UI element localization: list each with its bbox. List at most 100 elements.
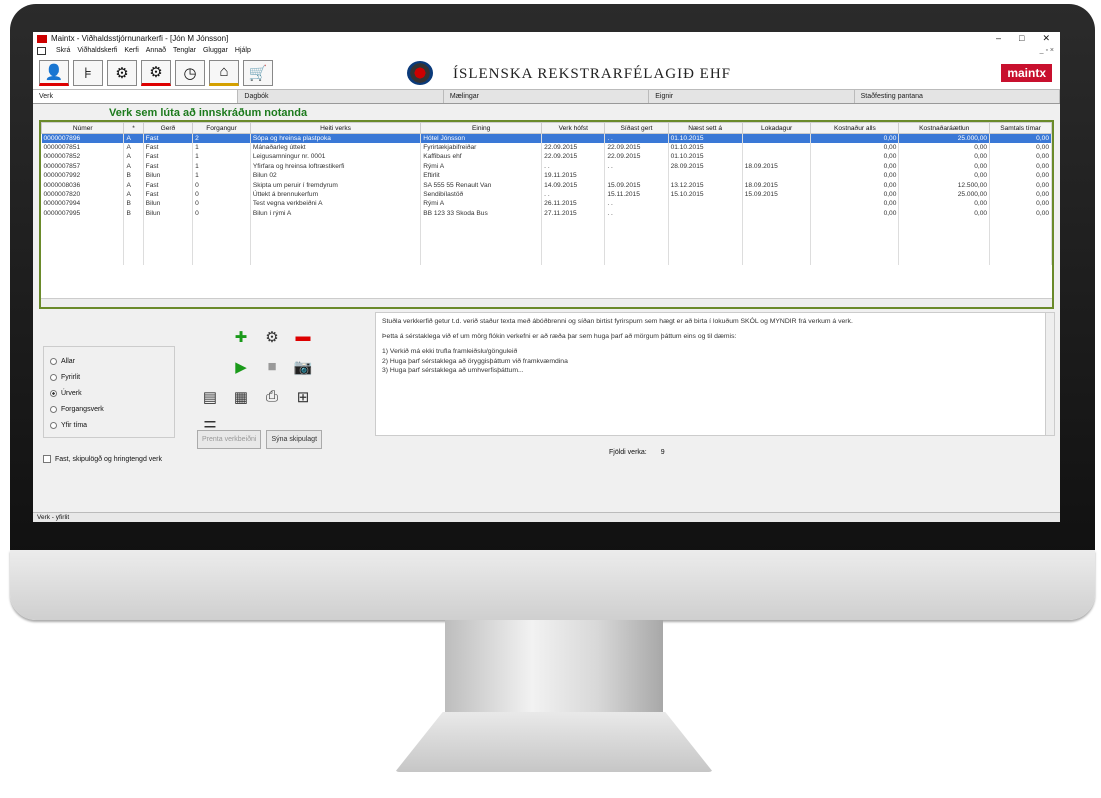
table-cell: 0,00 bbox=[810, 189, 900, 200]
close-button[interactable]: ✕ bbox=[1042, 33, 1050, 44]
task-count-value: 9 bbox=[660, 449, 665, 456]
empty-cell bbox=[420, 227, 543, 237]
add-icon[interactable]: ✚ bbox=[228, 324, 254, 349]
table-cell: Fast bbox=[143, 180, 194, 190]
table-cell: 0,00 bbox=[989, 133, 1052, 143]
maximize-button[interactable]: □ bbox=[1019, 33, 1024, 44]
warehouse-button[interactable]: ⌂ bbox=[209, 59, 239, 86]
vertical-scrollbar[interactable] bbox=[1045, 313, 1054, 435]
repair-button[interactable]: ⚙ bbox=[141, 59, 171, 86]
mdi-icon bbox=[37, 46, 46, 55]
horizontal-scrollbar[interactable] bbox=[41, 298, 1052, 307]
menu-system[interactable]: Kerfi bbox=[124, 47, 138, 54]
table-row[interactable]: 0000007994 B Bilun 0 Test vegna verkbeiðni A… bbox=[41, 199, 1052, 209]
monitor-stand-base bbox=[395, 712, 713, 772]
table-row[interactable]: 0000007896 A Fast 2 Sópa og hreinsa plastpok… bbox=[41, 133, 1052, 143]
document-icon[interactable]: ▤ bbox=[197, 384, 223, 409]
table-row[interactable]: 0000008036 A Fast 0 Skipta um peruir í fremd… bbox=[41, 180, 1052, 190]
filter-forgangsverk[interactable]: Forgangsverk bbox=[50, 401, 168, 417]
column-header[interactable]: Gerð bbox=[142, 122, 194, 134]
add-window-icon[interactable]: ⊞ bbox=[290, 384, 316, 409]
empty-cell bbox=[250, 246, 422, 256]
empty-cell bbox=[541, 246, 606, 256]
window-controls: – □ ✕ bbox=[996, 33, 1060, 44]
description-paragraph: Þetta á sérstaklega við ef um mörg flóki… bbox=[382, 333, 737, 341]
planned-checkbox[interactable] bbox=[43, 455, 51, 463]
table-row[interactable]: 0000007857 A Fast 1 Yfirfara og hreinsa loft… bbox=[41, 161, 1052, 172]
users-button[interactable]: 👤 bbox=[39, 59, 69, 86]
tree-button[interactable]: ⊧ bbox=[73, 59, 103, 86]
table-cell: 0 bbox=[192, 199, 251, 209]
empty-cell bbox=[123, 218, 144, 228]
table-row[interactable]: 0000007820 A Fast 0 Úttekt á brennukerfum Sen… bbox=[41, 189, 1052, 200]
menu-links[interactable]: Tenglar bbox=[173, 47, 196, 54]
table-icon[interactable]: ▦ bbox=[228, 384, 254, 409]
tab-verk[interactable]: Verk bbox=[33, 90, 239, 103]
filter-urverk[interactable]: Úrverk bbox=[50, 385, 168, 401]
table-cell: 27.11.2015 bbox=[541, 208, 606, 219]
column-header[interactable]: Næst sett á bbox=[667, 122, 743, 134]
table-cell: 0,00 bbox=[810, 199, 900, 209]
printer-icon[interactable]: ⎙ bbox=[259, 384, 285, 409]
tools-button[interactable]: ⚙ bbox=[107, 59, 137, 86]
menu-maintenance[interactable]: Viðhaldskerfi bbox=[77, 47, 117, 54]
column-header[interactable]: Samtals tímar bbox=[989, 122, 1052, 134]
table-cell bbox=[742, 171, 812, 181]
empty-cell bbox=[742, 255, 812, 265]
description-list-item: 2) Huga þarf sérstaklega að öryggisþáttu… bbox=[382, 357, 568, 365]
play-icon[interactable]: ▶ bbox=[228, 354, 254, 379]
filter-fyrirlit[interactable]: Fyrirlit bbox=[50, 369, 168, 385]
tab-dagbok[interactable]: Dagbók bbox=[238, 90, 444, 103]
menu-file[interactable]: Skrá bbox=[56, 47, 70, 54]
menu-other[interactable]: Annað bbox=[146, 47, 166, 54]
column-header[interactable]: * bbox=[123, 122, 144, 134]
table-cell: Eftirlit bbox=[420, 171, 543, 181]
settings-icon[interactable]: ⚙ bbox=[259, 324, 285, 349]
camera-icon[interactable]: 📷 bbox=[290, 354, 316, 379]
planned-checkbox-row[interactable]: Fast, skipulögð og hringtengd verk bbox=[43, 455, 162, 463]
empty-cell bbox=[123, 255, 144, 265]
column-header[interactable]: Síðast gert bbox=[604, 122, 669, 134]
column-header[interactable]: Kostnaður alls bbox=[810, 122, 900, 134]
filter-yfir-tima[interactable]: Yfir tíma bbox=[50, 417, 168, 433]
tab-maelingar[interactable]: Mælingar bbox=[444, 90, 650, 103]
table-cell: 0,00 bbox=[810, 161, 900, 172]
tab-stadfesting[interactable]: Staðfesting pantana bbox=[855, 90, 1060, 103]
remove-icon[interactable]: ▬ bbox=[290, 324, 316, 349]
filter-allar[interactable]: Allar bbox=[50, 353, 168, 369]
menu-help[interactable]: Hjálp bbox=[235, 47, 251, 54]
table-row[interactable]: 0000007851 A Fast 1 Mánaðarleg úttekt Fyrirtæ… bbox=[41, 142, 1052, 153]
table-cell: 15.10.2015 bbox=[668, 189, 743, 200]
column-header[interactable]: Forgangur bbox=[192, 122, 251, 134]
print-request-button[interactable]: Prenta verkbeiðni bbox=[197, 430, 262, 449]
menu-windows[interactable]: Gluggar bbox=[203, 47, 228, 54]
table-cell: 0000007851 bbox=[41, 142, 125, 153]
table-row[interactable]: 0000007852 A Fast 1 Leigusamningur nr. 0001 K… bbox=[41, 152, 1052, 162]
column-header[interactable]: Númer bbox=[41, 122, 125, 134]
minimize-button[interactable]: – bbox=[996, 33, 1001, 44]
empty-cell bbox=[541, 236, 606, 247]
column-header[interactable]: Lokadagur bbox=[741, 122, 812, 134]
schedule-button[interactable]: ◷ bbox=[175, 59, 205, 86]
work-orders-grid[interactable]: Númer * Gerð Forgangur Heiti verks Eining Verk… bbox=[39, 120, 1054, 309]
column-header[interactable]: Heiti verks bbox=[249, 122, 422, 134]
column-header[interactable]: Eining bbox=[420, 122, 543, 134]
cart-button[interactable]: 🛒 bbox=[243, 59, 273, 86]
description-box[interactable]: Stuðla verkkerfið getur t.d. verið staðu… bbox=[375, 312, 1055, 436]
tab-eignir[interactable]: Eignir bbox=[649, 90, 855, 103]
table-cell: 15.11.2015 bbox=[604, 189, 669, 200]
empty-cell bbox=[898, 246, 991, 256]
column-header[interactable]: Verk hófst bbox=[541, 122, 606, 134]
radio-dot bbox=[50, 357, 57, 365]
table-cell: 0 bbox=[192, 180, 251, 190]
table-cell: A bbox=[123, 189, 144, 200]
column-header[interactable]: Kostnaðaráætlun bbox=[898, 122, 991, 134]
stop-icon[interactable]: ■ bbox=[259, 354, 285, 379]
table-row[interactable]: 0000007995 B Bilun 0 Bilun í rými A BB 123 33… bbox=[41, 208, 1052, 219]
table-cell: Hótel Jónsson bbox=[420, 133, 543, 143]
mdi-controls[interactable]: _ ▫ × bbox=[1040, 47, 1060, 54]
show-planned-button[interactable]: Sýna skipulagt bbox=[266, 430, 323, 449]
table-cell: 0,00 bbox=[810, 142, 900, 153]
table-row[interactable]: 0000007992 B Bilun 1 Bilun 02 Eftirlit 19.11.2… bbox=[41, 171, 1052, 181]
table-cell: 01.10.2015 bbox=[668, 152, 743, 162]
